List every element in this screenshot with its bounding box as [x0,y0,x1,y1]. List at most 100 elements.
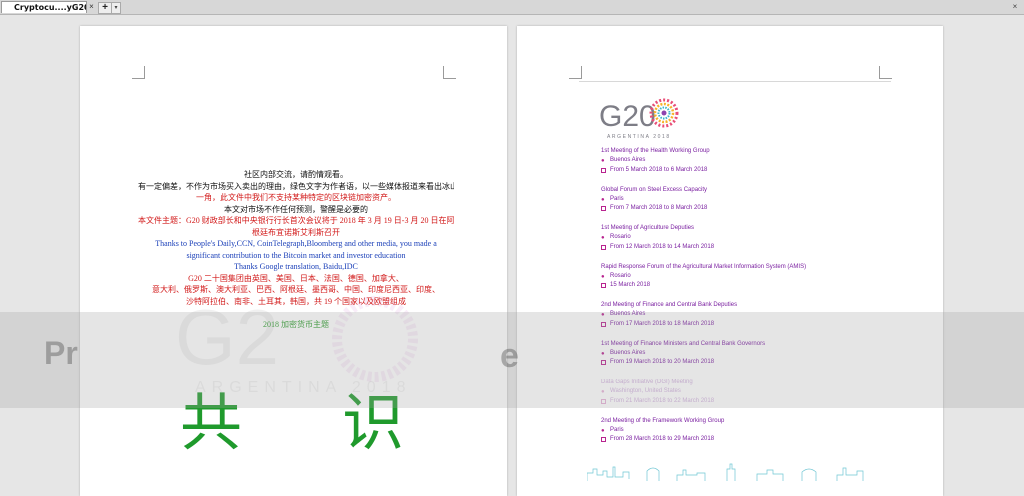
event-date: From 28 March 2018 to 29 March 2018 [601,435,881,444]
event-location: ● Rosario [601,272,881,281]
header-rule [579,81,891,82]
date-text: From 7 March 2018 to 8 March 2018 [610,205,708,212]
new-tab-button[interactable]: + [98,2,112,14]
location-text: Rosario [610,234,631,241]
event-location: ● Paris [601,195,881,204]
event-date: From 5 March 2018 to 6 March 2018 [601,166,881,175]
date-text: 15 March 2018 [610,282,651,289]
text-line: 一角，此文件中我们不支持某种特定的区块链加密资产。 [138,192,454,204]
location-text: Buenos Aires [610,311,646,318]
document-tab[interactable]: Cryptocu....yG20.doc [1,1,87,13]
event-location: ● Paris [601,426,881,435]
margin-corner-mark [443,66,456,79]
location-pin-icon: ● [601,273,605,280]
event-location: ● Rosario [601,233,881,242]
g20-logo: G20 ARGENTINA 2018 [599,96,709,140]
text-line: 本文对市场不作任何预测，警醒是必要的 [224,204,368,214]
event-item[interactable]: 1st Meeting of Agriculture Deputies ● Ros… [601,224,881,263]
text-line: Thanks Google translation, Baidu,IDC [234,262,358,271]
tab-menu-button[interactable]: ▾ [111,2,121,14]
location-pin-icon: ● [601,312,605,319]
event-title[interactable]: 2nd Meeting of Finance and Central Bank … [601,301,881,310]
event-title[interactable]: 2nd Meeting of the Framework Working Gro… [601,417,881,426]
tab-bar: Cryptocu....yG20.doc × + ▾ × [0,0,1024,15]
location-pin-icon: ● [601,196,605,203]
margin-corner-mark [569,66,582,79]
document-body-text: 社区内部交流，请酌情观看。 有一定偏差，不作为市场买入卖出的理由，绿色文字为作者… [138,169,454,331]
date-text: From 19 March 2018 to 20 March 2018 [610,359,715,366]
event-item[interactable]: Rapid Response Forum of the Agricultural… [601,263,881,302]
location-text: Buenos Aires [610,157,646,164]
date-text: From 21 March 2018 to 22 March 2018 [610,397,715,404]
calendar-icon [601,206,606,212]
calendar-icon [601,398,606,404]
calendar-icon [601,321,606,327]
calendar-icon [601,360,606,366]
event-location: ● Buenos Aires [601,156,881,165]
event-title[interactable]: 1st Meeting of Agriculture Deputies [601,224,881,233]
location-pin-icon: ● [601,158,605,165]
text-line: 沙特阿拉伯、南非、土耳其，韩国，共 19 个国家以及欧盟组成 [186,296,406,306]
location-text: Washington, United States [610,388,681,395]
event-date: From 21 March 2018 to 22 March 2018 [601,397,881,406]
consensus-char-right: 识 [342,386,405,459]
date-text: From 5 March 2018 to 6 March 2018 [610,166,708,173]
text-line: 社区内部交流，请酌情观看。 [244,170,348,179]
event-item[interactable]: 1st Meeting of Finance Ministers and Cen… [601,340,881,379]
document-page-1: G2 ARGENTINA 2018 社区内部交流，请酌情观看。 有一定偏差，不作… [80,26,507,496]
event-item[interactable]: 2nd Meeting of Finance and Central Bank … [601,301,881,340]
calendar-icon [601,244,606,250]
event-location: ● Buenos Aires [601,310,881,319]
location-pin-icon: ● [601,427,605,434]
event-item[interactable]: Global Forum on Steel Excess Capacity ● P… [601,186,881,225]
text-segment: 一角，此文件中我们不支持某种特定的区块链加密资产。 [196,193,396,202]
city-skyline-illustration [587,463,864,481]
location-text: Paris [610,195,624,202]
event-item[interactable]: Data Gaps Initiative (DGI) Meeting ● Wash… [601,378,881,417]
location-pin-icon: ● [601,350,605,357]
event-date: 15 March 2018 [601,281,881,290]
text-line: 根廷布宜诺斯艾利斯召开 [252,227,340,237]
date-text: From 17 March 2018 to 18 March 2018 [610,320,715,327]
text-line: 本文件主题：G20 财政部长和中央银行行长首次会议将于 2018 年 3 月 1… [138,216,454,225]
close-window-icon[interactable]: × [1010,2,1020,12]
event-item[interactable]: 1st Meeting of the Health Working Group … [601,147,881,186]
location-text: Paris [610,426,624,433]
text-line: 2018 加密货币主题 [263,320,329,329]
date-text: From 28 March 2018 to 29 March 2018 [610,436,715,443]
event-date: From 19 March 2018 to 20 March 2018 [601,358,881,367]
consensus-char-left: 共 [180,386,243,459]
close-tab-icon[interactable]: × [87,2,96,11]
text-line: G20 二十国集团由英国、美国、日本、法国、德国、加拿大、 [188,273,404,283]
text-line: Thanks to People's Daily,CCN, CoinTelegr… [155,239,437,248]
calendar-icon [601,167,606,173]
location-pin-icon: ● [601,235,605,242]
logo-subtitle: ARGENTINA 2018 [607,134,671,140]
logo-text: G20 [599,100,656,133]
calendar-icon [601,437,606,443]
text-line: 意大利、俄罗斯、澳大利亚、巴西、阿根廷、墨西哥、中国、印度尼西亚、印度、 [152,285,440,294]
date-text: From 12 March 2018 to 14 March 2018 [610,243,715,250]
event-date: From 7 March 2018 to 8 March 2018 [601,204,881,213]
events-list: 1st Meeting of the Health Working Group … [601,147,881,455]
text-line: 有一定偏差，不作为市场买入卖出的理由，绿色文字为作者语，以一些媒体报道来看出冰山 [138,181,454,191]
location-text: Buenos Aires [610,349,646,356]
event-title[interactable]: Data Gaps Initiative (DGI) Meeting [601,378,881,387]
margin-corner-mark [132,66,145,79]
event-item[interactable]: 2nd Meeting of the Framework Working Gro… [601,417,881,456]
overlay-banner-text: Pr [44,335,78,371]
event-location: ● Washington, United States [601,387,881,396]
margin-corner-mark [879,66,892,79]
event-title[interactable]: Global Forum on Steel Excess Capacity [601,186,881,195]
event-title[interactable]: 1st Meeting of Finance Ministers and Cen… [601,340,881,349]
calendar-icon [601,283,606,289]
event-date: From 12 March 2018 to 14 March 2018 [601,243,881,252]
event-title[interactable]: Rapid Response Forum of the Agricultural… [601,263,881,272]
location-text: Rosario [610,272,631,279]
document-page-2: G20 ARGENTINA 2018 1st Meeting of the He… [517,26,943,496]
event-date: From 17 March 2018 to 18 March 2018 [601,320,881,329]
text-line: significant contribution to the Bitcoin … [186,250,406,260]
event-title[interactable]: 1st Meeting of the Health Working Group [601,147,881,156]
event-location: ● Buenos Aires [601,349,881,358]
location-pin-icon: ● [601,389,605,396]
